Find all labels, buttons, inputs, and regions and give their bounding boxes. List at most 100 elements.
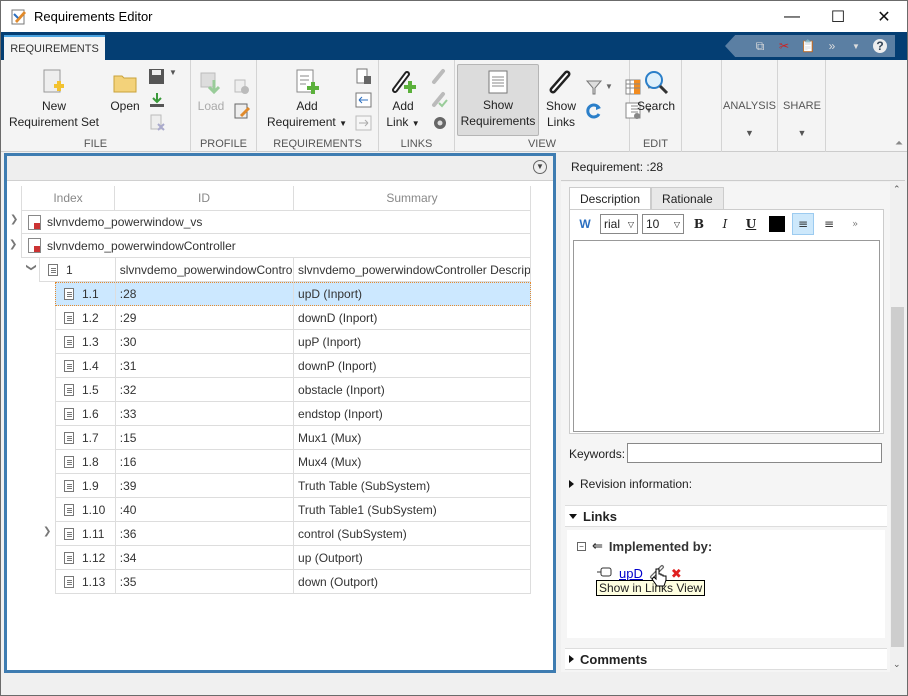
- link-updo[interactable]: upD: [619, 566, 643, 581]
- requirement-set-icon: [28, 214, 41, 230]
- table-row[interactable]: 1.6:33 endstop (Inport): [55, 402, 531, 426]
- ribbon: New Requirement Set Open ▼ FILE Load PRO…: [1, 60, 907, 152]
- table-row[interactable]: 1.10:40 Truth Table1 (SubSystem): [55, 498, 531, 522]
- requirement-icon: [64, 311, 74, 324]
- table-row[interactable]: 1.5:32 obstacle (Inport): [55, 378, 531, 402]
- profile-settings-icon[interactable]: [233, 78, 251, 96]
- align-center-button[interactable]: ≡: [818, 213, 840, 235]
- collapse-ribbon-icon[interactable]: ⏶: [895, 138, 903, 149]
- underline-button[interactable]: U: [740, 213, 762, 235]
- table-row[interactable]: 1.4:31 downP (Inport): [55, 354, 531, 378]
- scroll-down-icon[interactable]: ⌄: [893, 659, 901, 670]
- links-view-icon: [549, 70, 571, 94]
- shortcuts-icon[interactable]: »: [825, 39, 839, 53]
- group-links: Add Link ▼ LINKS: [379, 60, 455, 152]
- tab-description[interactable]: Description: [569, 187, 652, 210]
- revision-info-toggle[interactable]: Revision information:: [569, 477, 692, 491]
- maximize-button[interactable]: ☐: [815, 1, 861, 32]
- table-row[interactable]: 1.9:39 Truth Table (SubSystem): [55, 474, 531, 498]
- word-edit-icon[interactable]: W: [574, 213, 596, 235]
- requirement-icon: [64, 575, 74, 588]
- share-menu[interactable]: SHARE ▼: [779, 60, 826, 152]
- keywords-input[interactable]: [627, 443, 882, 463]
- close-set-icon[interactable]: [148, 114, 166, 132]
- copy-icon[interactable]: ⧉: [753, 39, 767, 53]
- table-row[interactable]: 1.2:29 downD (Inport): [55, 306, 531, 330]
- text-color-button[interactable]: [766, 213, 788, 235]
- scroll-up-icon[interactable]: ⌃: [893, 184, 901, 195]
- bold-button[interactable]: B: [688, 213, 710, 235]
- vertical-scrollbar[interactable]: ⌃ ⌄: [890, 182, 905, 672]
- table-row[interactable]: 1.12:34 up (Outport): [55, 546, 531, 570]
- validate-link-icon[interactable]: [431, 91, 449, 109]
- collapse-tree-icon[interactable]: −: [577, 541, 586, 551]
- chevron-right-icon[interactable]: ❯: [43, 526, 51, 537]
- column-header-index[interactable]: Index: [21, 186, 115, 210]
- profile-edit-icon[interactable]: [233, 102, 251, 120]
- table-row[interactable]: 1.7:15 Mux1 (Mux): [55, 426, 531, 450]
- details-tabs: Description Rationale: [569, 187, 724, 210]
- chevron-down-icon[interactable]: ▼: [339, 119, 347, 128]
- delete-requirement-icon[interactable]: [355, 68, 373, 86]
- more-tools-button[interactable]: »: [844, 213, 866, 235]
- chevron-down-icon[interactable]: ▼: [849, 39, 863, 53]
- description-text-area[interactable]: [573, 240, 880, 432]
- requirement-icon: [64, 455, 74, 468]
- search-button[interactable]: Search: [632, 68, 680, 114]
- save-dropdown-icon[interactable]: ▼: [169, 68, 187, 86]
- tab-requirements[interactable]: REQUIREMENTS: [4, 35, 105, 60]
- tab-rationale[interactable]: Rationale: [651, 187, 724, 209]
- chevron-down-icon[interactable]: ❯: [26, 263, 37, 271]
- promote-icon[interactable]: [355, 91, 373, 109]
- close-button[interactable]: ✕: [861, 1, 907, 32]
- minimize-button[interactable]: —: [769, 1, 815, 32]
- filter-icon[interactable]: [585, 78, 603, 96]
- cut-icon[interactable]: ✂: [777, 39, 791, 53]
- links-section-header[interactable]: Links: [565, 505, 887, 527]
- table-row[interactable]: 1.13:35 down (Outport): [55, 570, 531, 594]
- requirement-icon: [64, 479, 74, 492]
- refresh-icon[interactable]: [585, 102, 603, 120]
- chevron-down-icon[interactable]: ❯: [9, 239, 17, 250]
- view-options-icon[interactable]: ▼: [533, 160, 547, 174]
- requirement-icon: [64, 407, 74, 420]
- font-select[interactable]: rial ▽: [600, 214, 638, 234]
- italic-button[interactable]: I: [714, 213, 736, 235]
- new-file-icon: [43, 69, 64, 93]
- import-icon[interactable]: [148, 91, 166, 109]
- search-icon: [645, 71, 669, 95]
- add-link-button[interactable]: Add Link ▼: [383, 68, 423, 132]
- add-requirement-button[interactable]: Add Requirement ▼: [263, 68, 351, 132]
- link-settings-icon[interactable]: [431, 114, 449, 132]
- delete-link-icon[interactable]: [431, 68, 449, 86]
- demote-icon[interactable]: [355, 114, 373, 132]
- ribbon-tabstrip: REQUIREMENTS ⧉ ✂ 📋 » ▼ ?: [1, 32, 907, 60]
- open-button[interactable]: Open: [105, 68, 145, 114]
- requirement-set-row[interactable]: slvnvdemo_powerwindow_vs: [21, 210, 531, 234]
- load-profile-button[interactable]: Load: [195, 70, 227, 114]
- requirements-editor-window: Requirements Editor — ☐ ✕ REQUIREMENTS ⧉…: [0, 0, 908, 696]
- chevron-down-icon[interactable]: ▼: [605, 82, 623, 100]
- column-header-summary[interactable]: Summary: [294, 186, 531, 210]
- comments-section-header[interactable]: Comments: [565, 648, 887, 670]
- chevron-right-icon[interactable]: ❯: [10, 214, 18, 225]
- requirement-set-row[interactable]: slvnvdemo_powerwindowController: [21, 234, 531, 258]
- new-requirement-set-button[interactable]: New Requirement Set: [7, 68, 101, 130]
- font-size-select[interactable]: 10 ▽: [642, 214, 684, 234]
- show-requirements-button[interactable]: Show Requirements: [457, 64, 539, 136]
- table-row[interactable]: 1.8:16 Mux4 (Mux): [55, 450, 531, 474]
- column-header-id[interactable]: ID: [115, 186, 294, 210]
- table-row[interactable]: 1.11:36 control (SubSystem): [55, 522, 531, 546]
- table-row[interactable]: 1.1:28 upD (Inport): [55, 282, 531, 306]
- analysis-menu[interactable]: ANALYSIS ▼: [721, 60, 778, 152]
- scrollbar-thumb[interactable]: [891, 307, 904, 647]
- paste-icon[interactable]: 📋: [801, 39, 816, 53]
- table-row[interactable]: 1.3:30 upP (Inport): [55, 330, 531, 354]
- align-left-button[interactable]: ≡: [792, 213, 814, 235]
- table-row[interactable]: 1 slvnvdemo_powerwindowController slvnvd…: [39, 258, 531, 282]
- help-icon[interactable]: ?: [873, 39, 887, 53]
- chevron-down-icon[interactable]: ▼: [412, 119, 420, 128]
- chevron-down-icon: ▽: [673, 219, 680, 229]
- save-icon[interactable]: [148, 68, 166, 86]
- show-links-button[interactable]: Show Links: [543, 68, 579, 130]
